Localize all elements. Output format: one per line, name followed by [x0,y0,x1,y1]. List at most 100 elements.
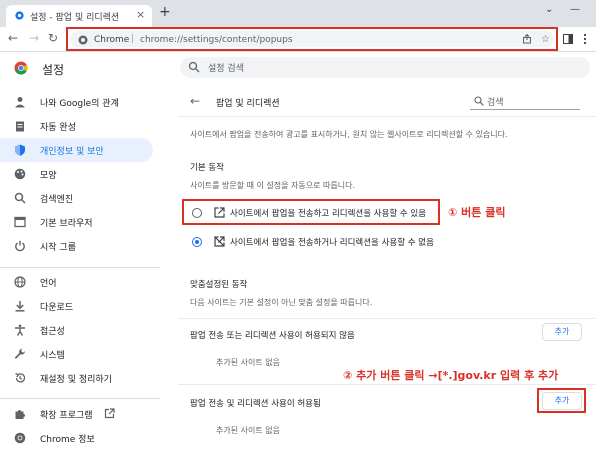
sidebar-divider [0,267,160,268]
allow-popups-label[interactable]: 사이트에서 팝업을 전송하고 리디렉션을 사용할 수 있음 [230,207,426,219]
chrome-icon [78,35,88,45]
tab-strip: 설정 - 팝업 및 리디렉션 × + ⌄ — [0,0,596,27]
sidebar-item-label: Chrome 정보 [40,435,95,445]
power-icon [15,240,25,252]
sidebar-item-label: 개인정보 및 보안 [40,147,104,157]
sidebar-item-languages[interactable]: 언어 [0,270,153,294]
menu-kebab-icon[interactable] [583,33,587,45]
search-placeholder: 설정 검색 [208,64,244,74]
address-bar-highlight: Chrome | chrome://settings/content/popup… [66,27,558,51]
annotation-step2: ② 추가 버튼 클릭 →[*.]gov.kr 입력 후 추가 [343,369,559,382]
open-in-new-icon [214,207,225,218]
omnibox-separator: | [131,34,135,44]
sidebar-item-label: 시작 그룹 [40,243,76,253]
search-icon [188,61,200,73]
accessibility-icon [15,324,25,336]
reset-icon [15,372,26,383]
allowed-sites-empty: 추가된 사이트 없음 [216,426,280,435]
sidebar-item-system[interactable]: 시스템 [0,342,153,366]
forward-button[interactable]: → [29,31,39,45]
divider [178,384,596,385]
divider [178,116,596,117]
minimize-button[interactable]: — [570,4,580,15]
wrench-icon [14,348,25,359]
sidebar-item-label: 기본 브라우저 [40,219,93,229]
sidebar-item-privacy-security[interactable]: 개인정보 및 보안 [0,138,153,162]
sidebar-item-label: 접근성 [40,327,65,337]
add-blocked-site-button[interactable]: 추가 [542,323,582,341]
browser-toolbar: ← → ↻ Chrome | chrome://settings/content… [0,27,596,52]
sidebar-item-search-engine[interactable]: 검색엔진 [0,186,153,210]
default-behavior-heading: 기본 동작 [190,163,224,173]
search-icon [14,192,26,204]
address-bar[interactable]: Chrome | chrome://settings/content/popup… [70,31,554,47]
sidebar-item-reset[interactable]: 재설정 및 정리하기 [0,366,153,390]
sidebar-item-label: 재설정 및 정리하기 [40,375,112,385]
globe-icon [14,276,26,288]
sidebar-divider [0,398,160,399]
divider [178,318,596,319]
annotation-step1: ① 버튼 클릭 [448,206,506,219]
custom-behavior-heading: 맞춤설정된 동작 [190,280,248,290]
sidebar-item-autofill[interactable]: 자동 완성 [0,114,153,138]
settings-header: 설정 설정 검색 [0,53,596,83]
browser-icon [14,216,26,228]
clipboard-icon [16,121,24,132]
popup-blocked-icon [214,236,225,247]
back-button[interactable]: ← [8,31,18,45]
palette-icon [14,168,26,180]
new-tab-button[interactable]: + [159,5,171,19]
sidebar-item-on-startup[interactable]: 시작 그룹 [0,234,153,258]
settings-search-input[interactable]: 설정 검색 [180,57,590,78]
search-icon [474,96,484,106]
tab-title: 설정 - 팝업 및 리디렉션 [30,13,120,23]
default-behavior-description: 사이트를 방문할 때 이 설정을 자동으로 따릅니다. [190,181,355,190]
sidebar-item-label: 나와 Google의 관계 [40,99,119,109]
add-allowed-site-button[interactable]: 추가 [542,392,582,410]
puzzle-icon [15,410,25,419]
sidebar-item-appearance[interactable]: 모양 [0,162,153,186]
tab-settings-popups[interactable]: 설정 - 팝업 및 리디렉션 × [6,5,152,27]
sidebar-item-default-browser[interactable]: 기본 브라우저 [0,210,153,234]
page-title: 팝업 및 리디렉션 [216,99,280,109]
omnibox-site-label: Chrome [94,35,130,45]
external-link-icon [104,408,115,419]
card-search-input[interactable]: 검색 [487,95,504,108]
download-icon [15,301,25,312]
person-icon [15,97,25,108]
sidebar-item-label: 언어 [40,279,57,289]
custom-behavior-description: 다음 사이트는 기본 설정이 아닌 맞춤 설정을 따릅니다. [190,298,373,307]
chrome-logo-icon [14,61,28,75]
page-description: 사이트에서 팝업을 전송하여 광고를 표시하거나, 원치 않는 웹사이트로 리디… [190,130,508,139]
tab-close-icon[interactable]: × [136,8,145,21]
settings-title: 설정 [42,63,65,77]
sidebar-item-label: 시스템 [40,351,65,361]
sidebar-item-label: 검색엔진 [40,195,74,205]
radio-allow-popups[interactable] [192,208,202,218]
bookmark-star-icon[interactable]: ☆ [541,34,550,45]
gear-icon [15,11,24,20]
blocked-sites-empty: 추가된 사이트 없음 [216,358,280,367]
popups-settings-card: ← 팝업 및 리디렉션 검색 사이트에서 팝업을 전송하여 광고를 표시하거나,… [178,86,596,463]
sidebar-item-you-and-google[interactable]: 나와 Google의 관계 [0,90,153,114]
sidebar-item-about-chrome[interactable]: Chrome 정보 [0,426,153,450]
sidebar-item-extensions[interactable]: 확장 프로그램 [0,402,153,426]
allowed-sites-heading: 팝업 전송 및 리디렉션 사용이 허용됨 [190,399,321,409]
search-underline [470,109,580,110]
back-arrow-icon[interactable]: ← [190,94,200,108]
chrome-icon [14,432,26,444]
side-panel-icon[interactable] [563,34,573,44]
radio-block-popups[interactable] [192,237,202,247]
omnibox-url[interactable]: chrome://settings/content/popups [140,35,293,45]
shield-icon [15,144,25,156]
block-popups-label[interactable]: 사이트에서 팝업을 전송하거나 리디렉션을 사용할 수 없음 [230,236,434,248]
sidebar-item-label: 자동 완성 [40,123,76,133]
share-icon[interactable] [522,34,532,44]
sidebar-item-label: 모양 [40,171,57,181]
reload-button[interactable]: ↻ [48,31,58,45]
sidebar-item-label: 다운로드 [40,303,74,313]
blocked-sites-heading: 팝업 전송 또는 리디렉션 사용이 허용되지 않음 [190,331,355,341]
tab-search-icon[interactable]: ⌄ [545,4,553,15]
sidebar-item-accessibility[interactable]: 접근성 [0,318,153,342]
sidebar-item-downloads[interactable]: 다운로드 [0,294,153,318]
